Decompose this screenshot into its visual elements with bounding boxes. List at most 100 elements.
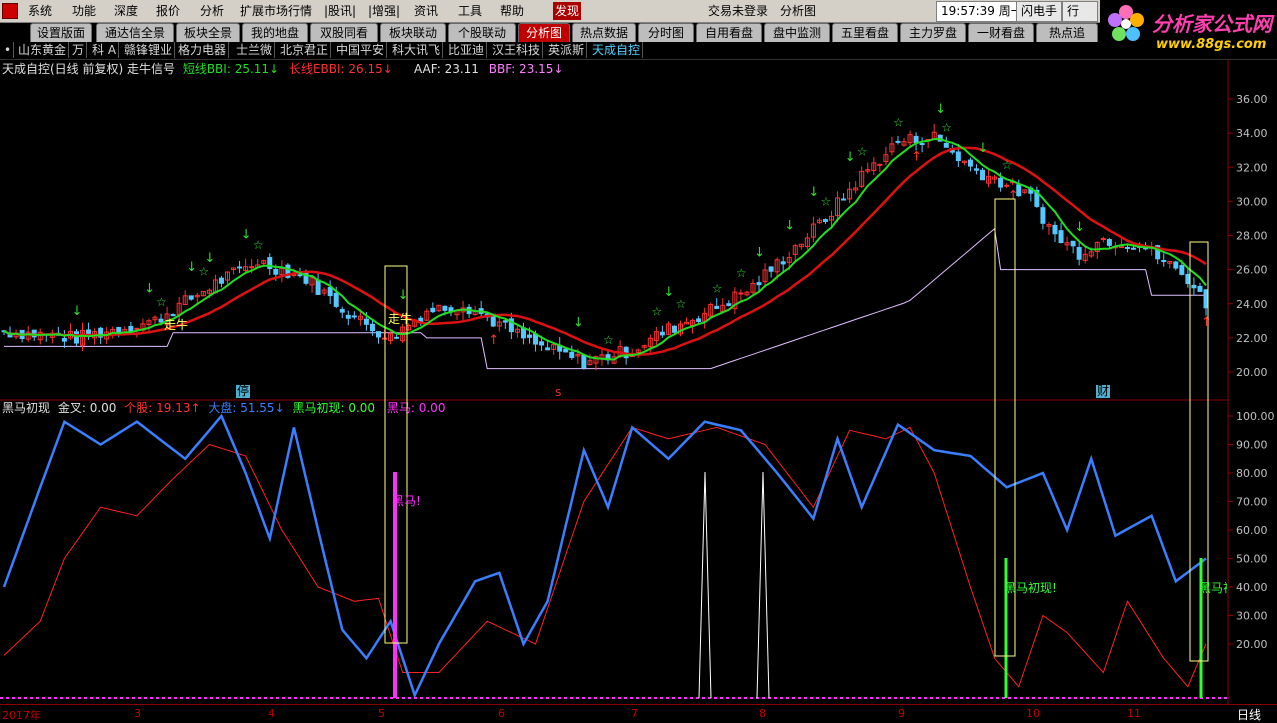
candle-body	[442, 305, 448, 311]
buy-arrow-icon: ↓	[978, 141, 989, 156]
stock-item-13[interactable]: 天成自控	[590, 42, 644, 58]
menu-item-3[interactable]: 报价	[154, 2, 182, 20]
candle-body	[526, 334, 532, 338]
x-tick-label: 10	[1026, 707, 1040, 720]
stock-item-4[interactable]: 赣锋锂业	[122, 42, 176, 58]
stock-item-1[interactable]: 山东黄金	[16, 42, 70, 58]
menu-item-5[interactable]: 扩展市场行情	[238, 2, 314, 20]
stock-item-6[interactable]: 士兰微	[234, 42, 276, 58]
view-name: 分析图	[780, 4, 817, 18]
stock-item-12[interactable]: 英派斯	[546, 42, 588, 58]
y-tick-label: 80.00	[1236, 467, 1268, 480]
candle-body	[877, 163, 883, 166]
star-icon: ☆	[603, 333, 614, 347]
menu-item-9[interactable]: 工具	[456, 2, 484, 20]
x-tick-label: 7	[631, 707, 638, 720]
buy-arrow-icon: ↓	[144, 282, 155, 297]
stock-item-7[interactable]: 北京君正	[278, 42, 332, 58]
x-tick-label: 5	[378, 707, 385, 720]
candle-body	[134, 327, 140, 330]
app-logo-icon[interactable]	[2, 3, 18, 19]
buy-arrow-icon: ↓	[808, 185, 819, 200]
menu-item-6[interactable]: |股讯|	[322, 2, 358, 20]
y-tick-label: 50.00	[1236, 553, 1268, 566]
candle-body	[696, 318, 702, 322]
star-icon: ☆	[1002, 158, 1013, 172]
y-tick-label: 30.00	[1236, 195, 1268, 208]
ting-label: 停	[236, 384, 251, 398]
menu-item-8[interactable]: 资讯	[412, 2, 440, 20]
candle-body	[430, 307, 436, 313]
tab-3[interactable]: 我的地盘	[242, 23, 308, 42]
y-tick-label: 26.00	[1236, 264, 1268, 277]
candle-body	[273, 269, 279, 275]
candle-body	[1191, 284, 1197, 289]
star-icon: ☆	[651, 305, 662, 319]
x-axis: 2017年 3 4 5 6 7 8 9 10 11	[0, 704, 1277, 722]
stock-item-3[interactable]: 科 A	[90, 42, 120, 58]
tab-15[interactable]: 热点追	[1036, 23, 1098, 42]
candle-body	[1161, 259, 1167, 263]
tab-4[interactable]: 双股同看	[310, 23, 378, 42]
stock-item-10[interactable]: 比亚迪	[446, 42, 488, 58]
x-tick-label: 6	[498, 707, 505, 720]
candle-body	[369, 323, 375, 332]
tab-2[interactable]: 板块全景	[176, 23, 240, 42]
menu-item-7[interactable]: |增强|	[366, 2, 402, 20]
stock-item-5[interactable]: 格力电器	[176, 42, 230, 58]
tab-9[interactable]: 分时图	[638, 23, 694, 42]
brand-logo: 分析家公式网 www.88gs.com	[1100, 0, 1277, 60]
tab-0[interactable]: 设置版面	[30, 23, 92, 42]
stock-item-0[interactable]: •	[2, 42, 15, 58]
y-tick-label: 32.00	[1236, 161, 1268, 174]
y-tick-label: 28.00	[1236, 230, 1268, 243]
stock-chart[interactable]: 36.00 34.00 32.00 30.00 28.00 26.00 24.00 22.00…	[0, 60, 1277, 704]
candle-body	[1052, 224, 1058, 235]
aux-line-path	[4, 227, 1206, 370]
stock-item-11[interactable]: 汉王科技	[490, 42, 544, 58]
tab-11[interactable]: 盘中监测	[764, 23, 830, 42]
candle-body	[351, 315, 357, 318]
candle-body	[545, 347, 551, 351]
candle-body	[919, 143, 925, 146]
star-icon: ☆	[941, 120, 952, 134]
heima-chuxian-text-2: 黑马初	[1199, 581, 1227, 595]
cai-label: 财	[1096, 384, 1111, 398]
trade-button[interactable]: 行	[1062, 1, 1098, 22]
candle-body	[1100, 238, 1106, 241]
tab-13[interactable]: 主力罗盘	[900, 23, 966, 42]
x-tick-label: 9	[898, 707, 905, 720]
menu-item-10[interactable]: 帮助	[498, 2, 526, 20]
candle-body	[1004, 184, 1010, 187]
star-icon: ☆	[857, 144, 868, 158]
candle-body	[955, 151, 961, 162]
highlight-boxes	[384, 198, 1209, 662]
menu-item-4[interactable]: 分析	[198, 2, 226, 20]
tab-12[interactable]: 五里看盘	[832, 23, 898, 42]
menu-item-0[interactable]: 系统	[26, 2, 54, 20]
star-icon: ☆	[676, 297, 687, 311]
candle-body	[1058, 230, 1064, 244]
period-label[interactable]: 日线	[1237, 706, 1261, 723]
candle-body	[339, 309, 345, 313]
y-tick-label: 40.00	[1236, 581, 1268, 594]
tab-6[interactable]: 个股联动	[448, 23, 516, 42]
candle-body	[315, 279, 321, 295]
menu-item-1[interactable]: 功能	[70, 2, 98, 20]
menu-item-11[interactable]: 发现	[553, 2, 582, 20]
candle-body	[327, 287, 333, 297]
tab-8[interactable]: 热点数据	[572, 23, 636, 42]
stock-item-2[interactable]: 万	[70, 42, 88, 58]
sell-arrow-icon: ↑	[1201, 315, 1212, 330]
tab-5[interactable]: 板块联动	[380, 23, 446, 42]
flash-trade-button[interactable]: 闪电手	[1016, 1, 1063, 22]
tab-1[interactable]: 通达信全景	[96, 23, 174, 42]
stock-item-9[interactable]: 科大讯飞	[390, 42, 444, 58]
tab-7[interactable]: 分析图	[518, 23, 570, 42]
tab-14[interactable]: 一财看盘	[968, 23, 1034, 42]
menu-item-2[interactable]: 深度	[112, 2, 140, 20]
candle-body	[998, 177, 1004, 188]
stock-item-8[interactable]: 中国平安	[334, 42, 388, 58]
tab-10[interactable]: 自用看盘	[696, 23, 762, 42]
x-tick-label: 11	[1127, 707, 1141, 720]
